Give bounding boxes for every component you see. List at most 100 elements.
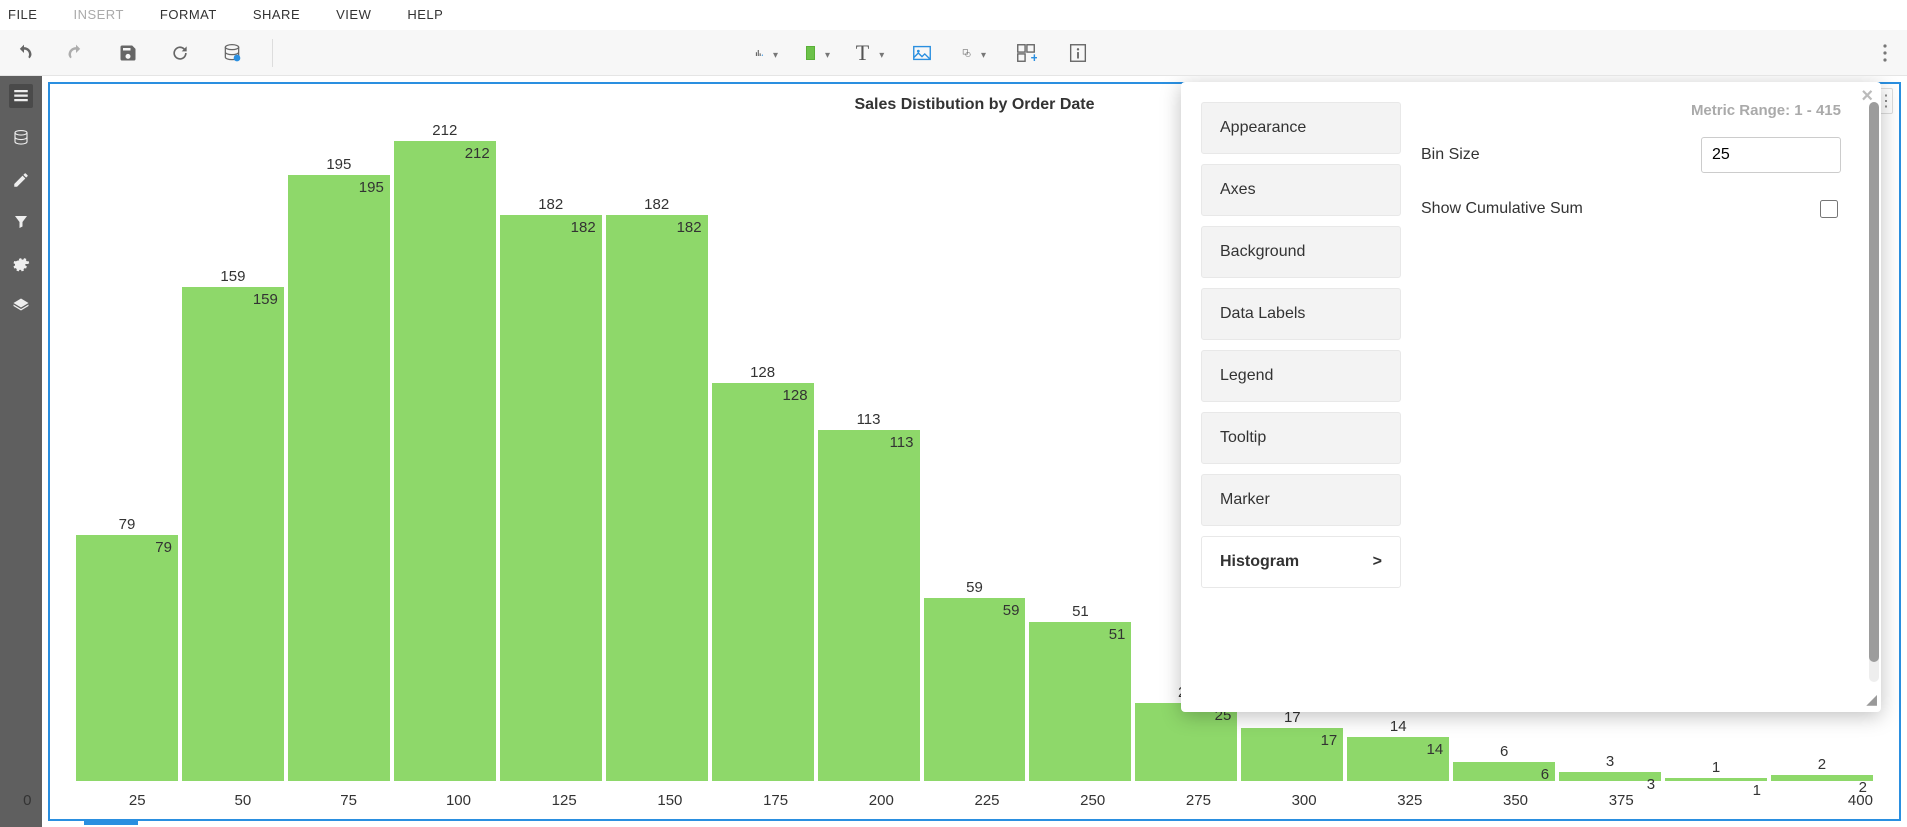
- bar-label-inside: 6: [1541, 766, 1549, 783]
- format-panel-body: Metric Range: 1 - 415 Bin Size Show Cumu…: [1401, 102, 1861, 692]
- undo-icon[interactable]: [12, 41, 36, 65]
- menu-view[interactable]: VIEW: [336, 7, 371, 22]
- add-chart-button[interactable]: +: [754, 41, 778, 65]
- x-tick: 50: [235, 792, 341, 809]
- bar-label-above: 6: [1500, 743, 1508, 760]
- show-cumulative-checkbox[interactable]: [1820, 200, 1838, 218]
- metric-range-text: Metric Range: 1 - 415: [1421, 102, 1841, 119]
- nav-background[interactable]: Background: [1201, 226, 1401, 278]
- bar-label-inside: 79: [155, 539, 172, 556]
- bar-label-inside: 51: [1109, 626, 1126, 643]
- bar-label-above: 1: [1712, 759, 1720, 776]
- x-tick: 0: [23, 792, 129, 809]
- x-axis: 0255075100125150175200225250275300325350…: [76, 792, 1873, 809]
- text-tool-button[interactable]: T: [858, 41, 882, 65]
- chevron-right-icon: >: [1373, 553, 1382, 571]
- filter-icon[interactable]: [9, 210, 33, 234]
- bar-label-inside: 14: [1427, 741, 1444, 758]
- histogram-bar[interactable]: 59 59: [924, 122, 1026, 781]
- resize-handle-icon[interactable]: ◢: [1866, 691, 1877, 708]
- bar-label-above: 113: [857, 411, 881, 428]
- bar-label-above: 51: [1072, 603, 1089, 620]
- histogram-bar[interactable]: 128 128: [712, 122, 814, 781]
- show-cumulative-label: Show Cumulative Sum: [1421, 200, 1583, 218]
- histogram-bar[interactable]: 182182: [500, 122, 602, 781]
- bar-label-above: 79: [119, 516, 136, 533]
- nav-histogram[interactable]: Histogram>: [1201, 536, 1401, 588]
- histogram-bar[interactable]: 212 212: [394, 122, 496, 781]
- x-tick: 325: [1397, 792, 1503, 809]
- settings-gear-icon[interactable]: [9, 252, 33, 276]
- redo-icon[interactable]: [64, 41, 88, 65]
- panel-scrollbar[interactable]: [1869, 102, 1879, 682]
- edit-icon[interactable]: [9, 168, 33, 192]
- bar-label-above: 212: [432, 122, 457, 139]
- toolbar: + T +: [0, 30, 1907, 76]
- bar-label-inside: 212: [465, 145, 490, 162]
- dashboard-add-icon[interactable]: +: [1014, 41, 1038, 65]
- histogram-bar[interactable]: 182 182: [606, 122, 708, 781]
- database-sidebar-icon[interactable]: [9, 126, 33, 150]
- x-tick: 400: [1767, 792, 1873, 809]
- bar-label-inside: 128: [783, 387, 808, 404]
- bar-label-above: 159: [220, 268, 245, 285]
- save-icon[interactable]: [116, 41, 140, 65]
- info-panel-icon[interactable]: [1066, 41, 1090, 65]
- image-icon[interactable]: [910, 41, 934, 65]
- x-tick: 375: [1609, 792, 1715, 809]
- bar-label-above: 128: [750, 364, 775, 381]
- bar-label-above: 2: [1818, 756, 1826, 773]
- x-tick: 75: [340, 792, 446, 809]
- menubar: FILE INSERT FORMAT SHARE VIEW HELP: [0, 0, 1907, 30]
- svg-text:+: +: [761, 53, 762, 57]
- bar-label-above: 14: [1390, 718, 1407, 735]
- menu-format[interactable]: FORMAT: [160, 7, 217, 22]
- menu-share[interactable]: SHARE: [253, 7, 300, 22]
- database-icon[interactable]: [220, 41, 244, 65]
- menu-file[interactable]: FILE: [8, 7, 37, 22]
- shape-tool-button[interactable]: [962, 41, 986, 65]
- histogram-bar[interactable]: 51 51: [1029, 122, 1131, 781]
- x-tick: 100: [446, 792, 552, 809]
- svg-text:+: +: [1031, 50, 1037, 64]
- bar-label-above: 59: [966, 579, 983, 596]
- x-tick: 125: [552, 792, 658, 809]
- menu-help[interactable]: HELP: [407, 7, 443, 22]
- bar-label-inside: 59: [1003, 602, 1020, 619]
- nav-axes[interactable]: Axes: [1201, 164, 1401, 216]
- histogram-bar[interactable]: 159 159: [182, 122, 284, 781]
- left-sidebar: [0, 76, 42, 827]
- toolbar-kebab-icon[interactable]: [1873, 41, 1897, 65]
- x-tick: 225: [974, 792, 1080, 809]
- nav-appearance[interactable]: Appearance: [1201, 102, 1401, 154]
- bar-label-inside: 182: [677, 219, 702, 236]
- bin-size-input[interactable]: [1701, 137, 1841, 173]
- bar-label-inside: 113: [890, 434, 914, 451]
- nav-marker[interactable]: Marker: [1201, 474, 1401, 526]
- histogram-bar[interactable]: 79 79: [76, 122, 178, 781]
- fill-color-button[interactable]: [806, 41, 830, 65]
- nav-legend[interactable]: Legend: [1201, 350, 1401, 402]
- bar-label-inside: 159: [253, 291, 278, 308]
- bar-label-above: 182: [644, 196, 669, 213]
- bar-label-inside: 3: [1647, 776, 1655, 793]
- menu-insert[interactable]: INSERT: [73, 7, 123, 22]
- panel-list-icon[interactable]: [9, 84, 33, 108]
- x-tick: 175: [763, 792, 869, 809]
- histogram-bar[interactable]: 113 113: [818, 122, 920, 781]
- nav-data-labels[interactable]: Data Labels: [1201, 288, 1401, 340]
- x-tick: 200: [869, 792, 975, 809]
- bar-label-inside: 17: [1321, 732, 1338, 749]
- bin-size-label: Bin Size: [1421, 146, 1480, 164]
- layers-icon[interactable]: [9, 294, 33, 318]
- toolbar-separator: [272, 39, 273, 67]
- format-panel-nav: Appearance Axes Background Data Labels L…: [1201, 102, 1401, 692]
- bar-label-above: 3: [1606, 753, 1614, 770]
- x-tick: 275: [1186, 792, 1292, 809]
- x-tick: 25: [129, 792, 235, 809]
- x-tick: 150: [657, 792, 763, 809]
- bar-label-above: 182: [538, 196, 563, 213]
- nav-tooltip[interactable]: Tooltip: [1201, 412, 1401, 464]
- refresh-icon[interactable]: [168, 41, 192, 65]
- histogram-bar[interactable]: 195195: [288, 122, 390, 781]
